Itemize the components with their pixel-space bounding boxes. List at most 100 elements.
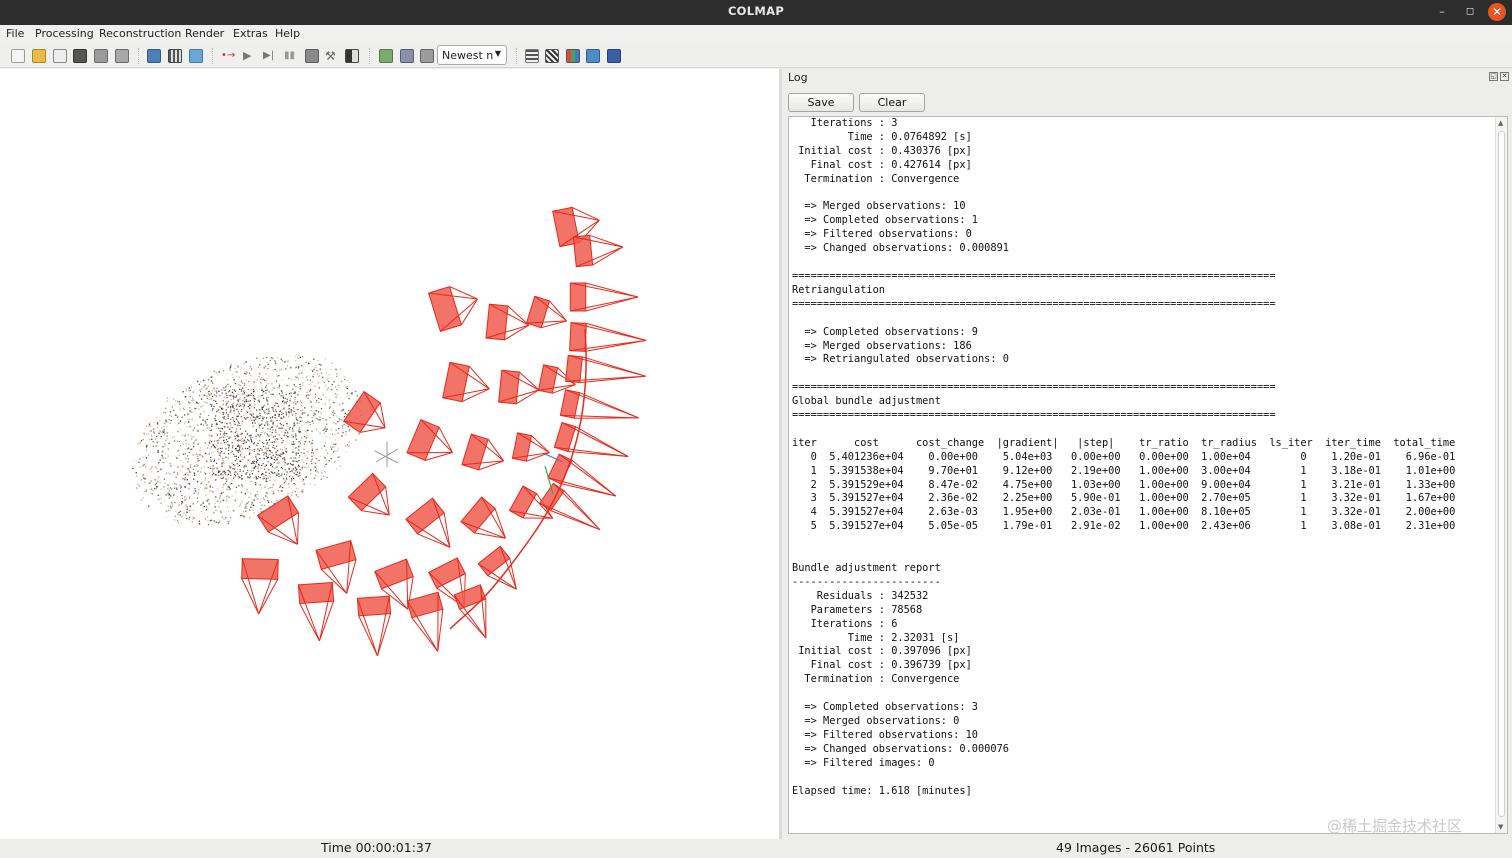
scrollbar-thumb[interactable] — [1498, 131, 1505, 817]
camera-frustum[interactable] — [256, 495, 300, 545]
point — [267, 363, 269, 365]
reconstruction-step-icon[interactable]: ▶| — [263, 49, 277, 63]
camera-frustum[interactable] — [343, 390, 386, 434]
point — [263, 367, 265, 369]
log-line: ========================================… — [792, 409, 1276, 422]
point — [178, 422, 180, 425]
log-scrollbar[interactable]: ▲ ▼ — [1495, 117, 1507, 833]
point — [324, 428, 326, 430]
camera-frustum[interactable] — [525, 295, 568, 329]
show-images-icon[interactable] — [586, 49, 600, 63]
point — [275, 362, 277, 364]
show-points-icon[interactable] — [607, 49, 621, 63]
point — [193, 427, 196, 429]
camera-frustum[interactable] — [511, 432, 550, 462]
point — [248, 440, 250, 442]
menu-file[interactable]: File — [6, 27, 24, 40]
menu-extras[interactable]: Extras — [233, 27, 268, 40]
log-output[interactable]: Iterations : 3 Time : 0.0764892 [s] Init… — [788, 116, 1508, 834]
new-project-icon[interactable] — [11, 49, 25, 63]
point — [239, 388, 241, 390]
export-icon[interactable] — [115, 49, 129, 63]
point — [207, 447, 209, 449]
camera-frustum[interactable] — [460, 496, 506, 539]
grab-image-icon[interactable] — [379, 49, 393, 63]
render-options-icon[interactable] — [345, 49, 359, 63]
point — [236, 471, 238, 473]
import-icon[interactable] — [94, 49, 108, 63]
camera-frustum[interactable] — [461, 433, 505, 471]
bundle-adjustment-icon[interactable] — [305, 49, 319, 63]
camera-filter-combo[interactable]: Newest n ▼ — [437, 45, 507, 65]
camera-frustum[interactable] — [559, 389, 639, 419]
log-icon[interactable] — [525, 49, 539, 63]
match-matrix-icon[interactable] — [545, 49, 559, 63]
camera-frustum[interactable] — [498, 369, 540, 405]
camera-frustum[interactable] — [569, 282, 639, 312]
feature-matching-icon[interactable] — [168, 49, 182, 63]
reconstruction-start-icon[interactable]: •→ — [221, 49, 235, 63]
point — [273, 459, 275, 461]
camera-frustum[interactable] — [572, 234, 624, 268]
model-viewport[interactable] — [0, 69, 779, 839]
minimize-button[interactable]: – — [1433, 3, 1451, 21]
model-stats-icon[interactable] — [566, 49, 580, 63]
scroll-down-icon[interactable]: ▼ — [1498, 823, 1503, 831]
camera-frustum[interactable] — [406, 418, 453, 462]
point — [188, 516, 191, 518]
sparse-model-render — [132, 206, 647, 657]
scroll-up-icon[interactable]: ▲ — [1498, 119, 1503, 127]
point — [196, 497, 198, 499]
menu-reconstruction[interactable]: Reconstruction — [99, 27, 181, 40]
close-button[interactable]: ✕ — [1488, 3, 1506, 21]
point — [143, 432, 145, 434]
camera-frustum[interactable] — [569, 322, 647, 352]
dense-reconstruction-icon[interactable]: ⚒ — [325, 49, 339, 63]
camera-frustum[interactable] — [442, 361, 490, 403]
save-project-icon[interactable] — [73, 49, 87, 63]
point — [251, 413, 253, 415]
log-save-button[interactable]: Save — [788, 93, 854, 112]
database-icon[interactable] — [189, 49, 203, 63]
open-project-icon[interactable] — [32, 49, 46, 63]
reset-view-icon[interactable] — [420, 49, 434, 63]
point — [281, 418, 283, 420]
point — [333, 422, 335, 424]
camera-frustum[interactable] — [356, 595, 392, 657]
camera-frustum[interactable] — [405, 497, 451, 548]
menu-help[interactable]: Help — [275, 27, 300, 40]
point — [295, 454, 297, 456]
menu-render[interactable]: Render — [185, 27, 224, 40]
point — [162, 446, 164, 448]
grab-movie-icon[interactable] — [400, 49, 414, 63]
point — [295, 437, 297, 439]
point — [229, 385, 231, 388]
point — [207, 519, 209, 521]
feature-extraction-icon[interactable] — [147, 49, 161, 63]
dock-close-icon[interactable]: ✕ — [1500, 72, 1509, 81]
log-clear-button[interactable]: Clear — [859, 93, 925, 112]
camera-frustum[interactable] — [241, 558, 279, 615]
menu-processing[interactable]: Processing — [35, 27, 94, 40]
maximize-button[interactable]: ◻ — [1461, 3, 1479, 21]
point — [239, 384, 242, 387]
camera-frustum[interactable] — [485, 303, 530, 341]
point — [239, 515, 242, 517]
point — [314, 396, 317, 398]
point — [274, 360, 276, 362]
camera-frustum[interactable] — [406, 591, 444, 652]
point — [263, 410, 265, 412]
reconstruction-play-icon[interactable]: ▶ — [243, 49, 257, 63]
dock-float-icon[interactable]: ◱ — [1489, 72, 1498, 81]
point — [259, 373, 261, 375]
camera-frustum[interactable] — [565, 354, 646, 384]
reconstruction-pause-icon[interactable]: ▮▮ — [284, 49, 298, 63]
edit-project-icon[interactable] — [53, 49, 67, 63]
window-titlebar: COLMAP – ◻ ✕ — [0, 0, 1512, 25]
camera-frustum[interactable] — [553, 421, 629, 457]
camera-frustum[interactable] — [347, 472, 390, 516]
point — [222, 475, 225, 477]
camera-frustum[interactable] — [297, 581, 335, 642]
camera-frustum[interactable] — [427, 285, 478, 333]
point — [238, 464, 240, 467]
